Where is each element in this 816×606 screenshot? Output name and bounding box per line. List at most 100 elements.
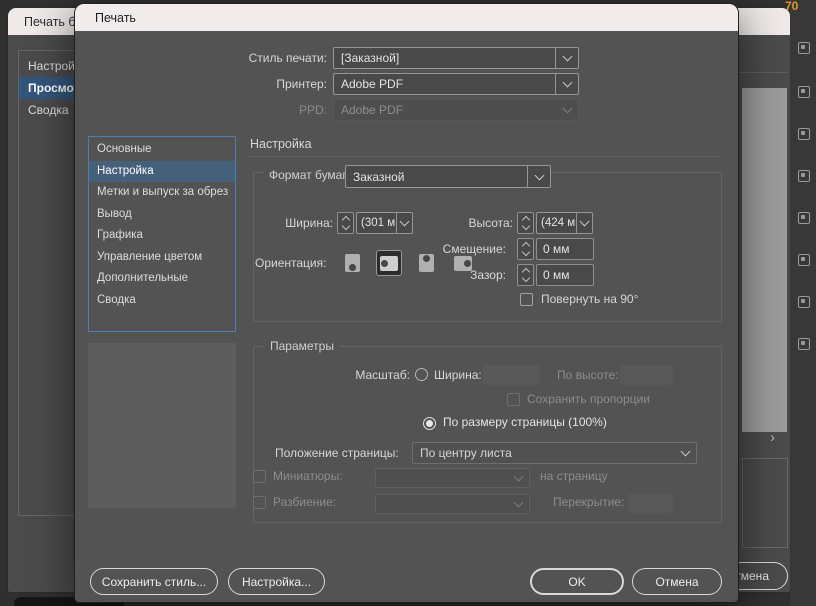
printer-value: Adobe PDF xyxy=(334,77,555,91)
ppd-select: Adobe PDF xyxy=(333,99,579,121)
thumbnails-select xyxy=(375,468,530,488)
next-page-icon[interactable]: › xyxy=(770,430,775,445)
panel-dock xyxy=(790,0,816,606)
section-item-color[interactable]: Управление цветом xyxy=(89,247,235,269)
paper-format-value: Заказной xyxy=(346,170,527,184)
chevron-down-icon xyxy=(521,274,529,282)
scale-width-input xyxy=(483,365,540,385)
chevron-down-icon xyxy=(341,222,349,230)
cancel-button[interactable]: Отмена xyxy=(632,568,722,595)
height-value: (424 м xyxy=(537,217,576,229)
params-legend: Параметры xyxy=(265,339,339,354)
print-style-label: Стиль печати: xyxy=(135,47,327,69)
zoom-level-badge: 70 xyxy=(785,0,798,13)
thumbnails-checkbox xyxy=(253,470,266,483)
printer-label: Принтер: xyxy=(135,73,327,95)
screen: Печать букл Настройка Просмотр Сводка › … xyxy=(0,0,816,606)
width-input[interactable]: (301 м xyxy=(356,212,413,234)
fit-to-page-radio[interactable] xyxy=(423,417,436,430)
divider xyxy=(738,72,788,73)
tiling-select xyxy=(375,494,530,514)
section-item-general[interactable]: Основные xyxy=(89,139,235,161)
orientation-portrait-button[interactable] xyxy=(339,250,365,276)
scale-height-label: По высоте: xyxy=(557,366,619,384)
chevron-down-icon[interactable] xyxy=(674,443,696,463)
keep-proportions-label: Сохранить пропорции xyxy=(527,392,650,406)
width-value: (301 м xyxy=(357,217,396,229)
chevron-down-icon xyxy=(521,248,529,256)
print-style-select[interactable]: [Заказной] xyxy=(333,47,579,69)
ppd-value: Adobe PDF xyxy=(334,103,556,117)
printer-setup-button[interactable]: Настройка... xyxy=(228,568,325,595)
print-dialog-titlebar[interactable]: Печать xyxy=(75,4,738,31)
height-stepper[interactable] xyxy=(517,212,534,234)
dock-panel-icon[interactable] xyxy=(798,296,810,308)
dock-panel-icon[interactable] xyxy=(798,42,810,54)
print-dialog-title: Печать xyxy=(95,11,136,25)
gap-stepper[interactable] xyxy=(517,264,534,286)
overlap-label: Перекрытие: xyxy=(553,495,624,509)
scale-label: Масштаб: xyxy=(325,366,410,384)
scale-width-radio[interactable] xyxy=(415,368,428,381)
width-stepper[interactable] xyxy=(337,212,354,234)
rotate-90-label: Повернуть на 90° xyxy=(541,292,638,306)
chevron-down-icon[interactable] xyxy=(576,213,592,233)
gap-value: 0 мм xyxy=(543,268,570,282)
chevron-down-icon xyxy=(521,222,529,230)
chevron-down-icon[interactable] xyxy=(555,48,578,68)
save-style-button[interactable]: Сохранить стиль... xyxy=(90,568,218,595)
section-item-graphics[interactable]: Графика xyxy=(89,225,235,247)
page-thumbnail-area xyxy=(88,343,236,508)
offset-label: Смещение: xyxy=(405,238,506,260)
chevron-down-icon xyxy=(507,469,529,487)
chevron-down-icon[interactable] xyxy=(555,74,578,94)
scale-height-input xyxy=(620,365,673,385)
per-page-label: на страницу xyxy=(540,469,608,483)
divider xyxy=(250,156,722,157)
page-position-select[interactable]: По центру листа xyxy=(412,442,697,464)
chevron-down-icon[interactable] xyxy=(527,166,550,187)
rotate-90-checkbox[interactable] xyxy=(520,293,533,306)
height-input[interactable]: (424 м xyxy=(536,212,593,234)
ppd-label: PPD: xyxy=(135,99,327,121)
dock-panel-icon[interactable] xyxy=(798,338,810,350)
keep-proportions-checkbox xyxy=(507,393,520,406)
tiling-label: Разбиение: xyxy=(273,495,336,509)
print-dialog: Печать Стиль печати: [Заказной] Принтер:… xyxy=(75,4,738,602)
thumbnails-label: Миниатюры: xyxy=(273,469,343,483)
chevron-down-icon[interactable] xyxy=(396,213,412,233)
section-item-setup[interactable]: Настройка xyxy=(89,161,235,183)
offset-input[interactable]: 0 мм xyxy=(536,238,594,260)
fit-to-page-label: По размеру страницы (100%) xyxy=(443,415,607,429)
section-item-marks[interactable]: Метки и выпуск за обрез xyxy=(89,182,235,204)
print-style-value: [Заказной] xyxy=(334,51,555,65)
dock-panel-icon[interactable] xyxy=(798,254,810,266)
booklet-info-panel xyxy=(742,458,788,548)
orientation-label: Ориентация: xyxy=(255,252,326,274)
gap-input[interactable]: 0 мм xyxy=(536,264,594,286)
offset-value: 0 мм xyxy=(543,242,570,256)
paper-format-select[interactable]: Заказной xyxy=(345,165,551,188)
orientation-landscape-button[interactable] xyxy=(376,250,402,276)
dock-panel-icon[interactable] xyxy=(798,128,810,140)
booklet-page-preview xyxy=(742,88,787,432)
ok-button[interactable]: OK xyxy=(530,568,624,595)
dock-panel-icon[interactable] xyxy=(798,212,810,224)
scale-width-label: Ширина: xyxy=(434,366,482,384)
dock-panel-icon[interactable] xyxy=(798,170,810,182)
offset-stepper[interactable] xyxy=(517,238,534,260)
panel-header: Настройка xyxy=(250,137,312,151)
section-item-output[interactable]: Вывод xyxy=(89,204,235,226)
gap-label: Зазор: xyxy=(405,264,506,286)
section-item-summary[interactable]: Сводка xyxy=(89,290,235,312)
overlap-input xyxy=(628,494,673,513)
portrait-icon xyxy=(345,254,360,272)
chevron-down-icon xyxy=(507,495,529,513)
width-label: Ширина: xyxy=(255,212,333,234)
height-label: Высота: xyxy=(427,212,513,234)
landscape-icon xyxy=(380,256,398,271)
chevron-down-icon xyxy=(556,100,578,120)
section-item-advanced[interactable]: Дополнительные xyxy=(89,268,235,290)
dock-panel-icon[interactable] xyxy=(798,86,810,98)
printer-select[interactable]: Adobe PDF xyxy=(333,73,579,95)
